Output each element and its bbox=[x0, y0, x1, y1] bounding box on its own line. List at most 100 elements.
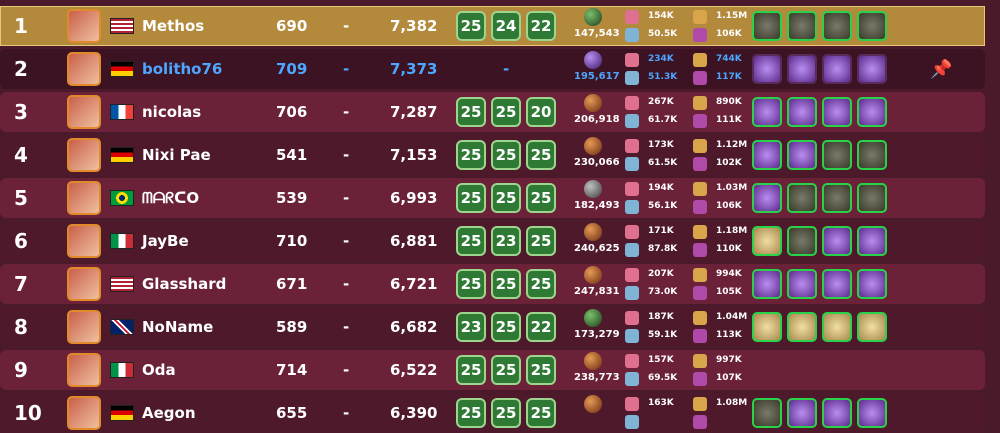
player-name[interactable]: Aegon bbox=[142, 404, 196, 422]
team-card-icon[interactable] bbox=[857, 54, 887, 84]
avatar[interactable] bbox=[67, 224, 101, 258]
player-level: 541 bbox=[276, 146, 308, 164]
defense-value: 56.1K bbox=[648, 201, 678, 211]
leaderboard-row[interactable]: 4 Nixi Pae 541-7,153 25 25 25 230,066 173K 61.5K… bbox=[0, 135, 1000, 175]
avatar[interactable] bbox=[67, 310, 101, 344]
team-card-icon[interactable] bbox=[822, 140, 852, 170]
team-card-icon[interactable] bbox=[857, 226, 887, 256]
team-card-icon[interactable] bbox=[752, 97, 782, 127]
separator-dash: - bbox=[343, 146, 350, 164]
fight-score: 25 bbox=[491, 312, 521, 342]
leaderboard-row[interactable]: 9 Oda 714-6,522 25 25 25 238,773 157K 69.5K 997K 1… bbox=[0, 350, 1000, 390]
team-card-icon[interactable] bbox=[857, 140, 887, 170]
team-card-icon[interactable] bbox=[787, 183, 817, 213]
team-card-icon[interactable] bbox=[857, 312, 887, 342]
fight-score: 25 bbox=[491, 398, 521, 428]
separator-dash: - bbox=[343, 17, 350, 35]
team-card-icon[interactable] bbox=[822, 183, 852, 213]
player-name[interactable]: ᗰᗩᖇᑕO bbox=[142, 189, 199, 207]
crown-icon bbox=[693, 397, 707, 411]
team-card-icon[interactable] bbox=[822, 312, 852, 342]
ego-value: 1.08M bbox=[716, 398, 748, 408]
total-power: 182,493 bbox=[574, 200, 620, 211]
no-score-dash: - bbox=[503, 60, 510, 78]
player-level: 706 bbox=[276, 103, 308, 121]
leaderboard-row[interactable]: 2 bolitho76 709 - 7,373 - 195,617 234K 51.3K 744K… bbox=[0, 49, 1000, 89]
fight-score: 22 bbox=[526, 11, 556, 41]
player-name[interactable]: Methos bbox=[142, 17, 204, 35]
team-card-icon[interactable] bbox=[857, 11, 887, 41]
player-name[interactable]: Oda bbox=[142, 361, 176, 379]
leaderboard-row[interactable]: 5 ᗰᗩᖇᑕO 539-6,993 25 25 25 182,493 194K 56.1K 1.0… bbox=[0, 178, 1000, 218]
player-points: 6,721 bbox=[390, 275, 438, 293]
team-card-icon[interactable] bbox=[752, 398, 782, 428]
avatar[interactable] bbox=[67, 95, 101, 129]
team-card-icon[interactable] bbox=[857, 97, 887, 127]
avatar[interactable] bbox=[67, 9, 101, 43]
team-card-icon[interactable] bbox=[752, 140, 782, 170]
team-card-icon[interactable] bbox=[787, 11, 817, 41]
team-card-icon[interactable] bbox=[822, 54, 852, 84]
leaderboard-row[interactable]: 7 Glasshard 671-6,721 25 25 25 247,831 207K 73.0… bbox=[0, 264, 1000, 304]
team-card-icon[interactable] bbox=[787, 226, 817, 256]
avatar[interactable] bbox=[67, 267, 101, 301]
heart-icon bbox=[693, 329, 707, 343]
pin-icon[interactable]: 📌 bbox=[930, 59, 952, 80]
fight-score: 25 bbox=[456, 97, 486, 127]
team-card-icon[interactable] bbox=[752, 54, 782, 84]
team-card-icon[interactable] bbox=[787, 54, 817, 84]
team-card-icon[interactable] bbox=[787, 312, 817, 342]
power-orb-icon bbox=[584, 137, 602, 155]
crown-icon bbox=[693, 268, 707, 282]
leaderboard-row[interactable]: 6 JayBe 710 - 6,881 25 23 25 240,625 171K 87.8K 1.1… bbox=[0, 221, 1000, 261]
team-card-icon[interactable] bbox=[857, 269, 887, 299]
separator-dash: - bbox=[343, 232, 350, 250]
player-name[interactable]: Nixi Pae bbox=[142, 146, 211, 164]
fight-score: 25 bbox=[491, 183, 521, 213]
team-card-icon[interactable] bbox=[752, 183, 782, 213]
avatar[interactable] bbox=[67, 181, 101, 215]
player-name[interactable]: JayBe bbox=[142, 232, 189, 250]
power-orb-icon bbox=[584, 180, 602, 198]
separator-dash: - bbox=[343, 275, 350, 293]
leaderboard-row[interactable]: 8 NoName 589 - 6,682 23 25 22 173,279 187K 59.1K 1.… bbox=[0, 307, 1000, 347]
player-name[interactable]: NoName bbox=[142, 318, 213, 336]
fight-score: 25 bbox=[526, 398, 556, 428]
player-name[interactable]: nicolas bbox=[142, 103, 201, 121]
team-card-icon[interactable] bbox=[752, 269, 782, 299]
team-card-icon[interactable] bbox=[857, 183, 887, 213]
avatar[interactable] bbox=[67, 396, 101, 430]
leaderboard-row[interactable]: 10 Aegon 655-6,390 25 25 25 163K 1.08M bbox=[0, 393, 1000, 433]
attack-value: 207K bbox=[648, 269, 674, 279]
avatar[interactable] bbox=[67, 138, 101, 172]
total-power: 173,279 bbox=[574, 329, 620, 340]
team-card-icon[interactable] bbox=[787, 97, 817, 127]
leaderboard-row[interactable]: 1 Methos 690 - 7,382 25 24 22 147,543 154K 50.5K 1.… bbox=[0, 6, 1000, 46]
team-card-icon[interactable] bbox=[857, 398, 887, 428]
team-card-icon[interactable] bbox=[752, 226, 782, 256]
team-card-icon[interactable] bbox=[787, 398, 817, 428]
team-card-icon[interactable] bbox=[787, 269, 817, 299]
ego-value: 1.04M bbox=[716, 312, 748, 322]
leaderboard-row[interactable]: 3 nicolas 706-7,287 25 25 20 206,918 267K 61.7K 8… bbox=[0, 92, 1000, 132]
player-name[interactable]: Glasshard bbox=[142, 275, 226, 293]
avatar[interactable] bbox=[67, 353, 101, 387]
heart-icon bbox=[693, 157, 707, 171]
avatar[interactable] bbox=[67, 52, 101, 86]
defense-icon bbox=[625, 71, 639, 85]
team-card-icon[interactable] bbox=[787, 140, 817, 170]
team-card-icon[interactable] bbox=[822, 97, 852, 127]
team-card-icon[interactable] bbox=[752, 11, 782, 41]
player-name[interactable]: bolitho76 bbox=[142, 60, 222, 78]
total-power: 238,773 bbox=[574, 372, 620, 383]
team-card-icon[interactable] bbox=[822, 269, 852, 299]
team-card-icon[interactable] bbox=[822, 11, 852, 41]
fight-score: 25 bbox=[456, 183, 486, 213]
team-card-icon[interactable] bbox=[822, 398, 852, 428]
crown-icon bbox=[693, 182, 707, 196]
fight-score: 23 bbox=[491, 226, 521, 256]
team-card-icon[interactable] bbox=[822, 226, 852, 256]
team-card-icon[interactable] bbox=[752, 312, 782, 342]
fight-score: 25 bbox=[491, 269, 521, 299]
heart-icon bbox=[693, 28, 707, 42]
